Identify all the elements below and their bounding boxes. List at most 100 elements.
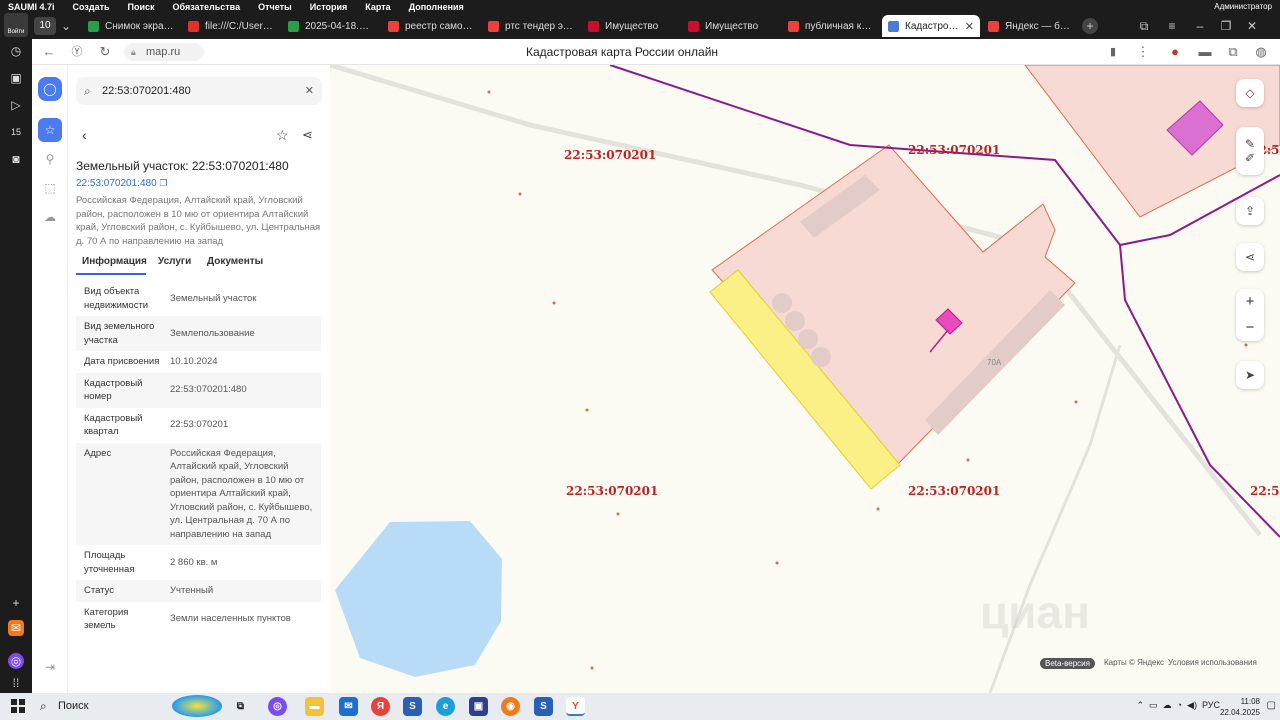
yandex-icon[interactable]: Я [371,697,390,716]
mail-icon[interactable]: ✉ [339,697,358,716]
upload-icon[interactable]: ⇪ [1236,197,1264,225]
wifi-icon[interactable]: ◔ [1177,700,1182,710]
app-menu-item[interactable]: Поиск [128,2,155,12]
tank [785,311,805,331]
firefox-icon[interactable]: ◉ [501,697,520,716]
browser-tab[interactable]: file:///C:/Users/Z [182,15,280,37]
history-icon[interactable]: ◷ [8,43,24,59]
tab-groups-icon[interactable]: ⧉ [1134,16,1154,36]
browser-tab[interactable]: 2025-04-18.png ( [282,15,380,37]
downloads-icon[interactable]: ▬ [1196,43,1214,61]
play-icon[interactable]: ▷ [8,97,24,113]
browser-tab[interactable]: Снимок экрана 2 [82,15,180,37]
save-icon[interactable]: ▣ [469,697,488,716]
edge-icon[interactable]: e [436,697,455,716]
alice-icon[interactable]: ◎ [8,653,24,669]
edit-icon[interactable]: ✐ [1245,151,1255,165]
copy-icon[interactable]: ❐ [159,178,167,188]
search-icon: ⌕ [40,699,47,713]
select-area-icon[interactable]: ⬚ [38,176,62,200]
cloud-icon[interactable]: ☁ [1163,700,1172,710]
explorer-icon[interactable]: ▬ [305,697,324,716]
app-menu-item[interactable]: Карта [365,2,390,12]
app-menu-item[interactable]: Обязательства [173,2,241,12]
reading-icon[interactable]: ⧉ [1224,43,1242,61]
info-key: Площадь уточненная [84,550,135,575]
browser-tab[interactable]: ртс тендер элект [482,15,580,37]
logo-icon[interactable]: ◯ [38,77,62,101]
restore-icon[interactable]: ❐ [1216,16,1236,36]
tab-documents[interactable]: Документы [207,256,263,267]
close-tab-icon[interactable]: ✕ [965,20,974,33]
tab-services[interactable]: Услуги [158,256,191,267]
volume-icon[interactable]: ◀) [1187,700,1197,710]
browser-tab[interactable]: публичная када [782,15,880,37]
info-key: Кадастровый квартал [84,412,143,438]
app-menu-item[interactable]: Дополнения [409,2,464,12]
language-indicator[interactable]: РУС [1202,700,1220,710]
mail-icon[interactable]: ✉ [8,620,24,636]
parcel-link[interactable]: 22:53:070201:480 ❐ [76,178,168,189]
menu-icon[interactable]: ≡ [1162,16,1182,36]
layers-icon[interactable]: ◇ [1236,79,1264,107]
add-icon[interactable]: + [8,595,24,611]
pin-icon[interactable]: ⚲ [38,147,62,171]
browser-tab[interactable]: Яндекс — быстр [982,15,1080,37]
ruler-icon[interactable]: ✎ [1245,137,1255,151]
app-s2-icon[interactable]: S [534,697,553,716]
logout-icon[interactable]: ⇥ [38,655,62,679]
tab-count-badge[interactable]: 10 [34,17,56,35]
app-menu-item[interactable]: Создать [73,2,110,12]
locate-icon[interactable]: ➤ [1236,361,1264,389]
notification-icon[interactable]: ▢ [1267,700,1276,711]
tab-info[interactable]: Информация [82,256,147,267]
favorite-star-icon[interactable]: ☆ [276,127,289,144]
share-icon[interactable]: ⋖ [302,127,313,143]
app-menu-item[interactable]: SAUMI 4.7i [8,2,55,12]
task-view-icon[interactable]: ⧉ [231,697,250,716]
alice-icon[interactable]: ◎ [268,697,287,716]
collections-icon[interactable]: ▣ [8,70,24,86]
tab-favicon-icon [188,20,199,32]
zoom-out-button[interactable]: − [1236,315,1264,341]
cloud-icon[interactable]: ☁ [38,205,62,229]
browser-tab[interactable]: реестр самозаня [382,15,480,37]
network-icon[interactable]: ▭ [1149,700,1158,710]
camera-icon[interactable]: ◙ [8,151,24,167]
widget-icon[interactable] [172,695,222,717]
app-menu-item[interactable]: История [310,2,348,12]
apps-grid-icon[interactable]: ⁞⁞ [8,675,24,691]
bookmark-icon[interactable]: ▮ [1104,43,1122,61]
extension-icon[interactable]: ● [1166,43,1184,61]
terms-link[interactable]: Условия использования [1168,658,1257,667]
clear-icon[interactable]: ✕ [305,77,314,105]
browser-tab[interactable]: Имущество [682,15,780,37]
map-copyright[interactable]: Карты © Яндекс [1104,658,1164,667]
cadastral-label: 22:53:070201 [908,484,1001,498]
yandex-browser-icon[interactable]: Y [566,697,585,716]
beta-badge: Beta-версия [1040,658,1095,669]
share-map-icon[interactable]: ⋖ [1236,243,1264,271]
chevron-up-icon[interactable]: ⌃ [1136,700,1144,710]
new-tab-button[interactable]: + [1082,18,1098,34]
close-window-icon[interactable]: ✕ [1242,16,1262,36]
tab-label: ртс тендер элект [505,20,574,32]
login-button[interactable]: Войти [4,13,28,37]
map-canvas[interactable]: 22:53:070201 22:53:070201 22:53:070201 2… [330,65,1280,693]
browser-tab[interactable]: Имущество [582,15,680,37]
minimize-icon[interactable]: – [1190,16,1210,36]
zoom-in-button[interactable]: + [1236,289,1264,315]
windows-start-icon[interactable] [11,699,25,713]
clock[interactable]: 11:08 22.04.2025 [1220,696,1260,718]
chevron-down-icon[interactable]: ⌄ [56,16,76,36]
app-menu-bar: SAUMI 4.7i Создать Поиск Обязательства О… [0,0,1280,13]
calendar-icon[interactable]: 15 [8,124,24,140]
back-arrow-icon[interactable]: ‹ [82,127,87,143]
app-s-icon[interactable]: S [403,697,422,716]
search-input[interactable]: ⌕ 22:53:070201:480 ✕ [76,77,322,105]
profile-icon[interactable]: ◍ [1252,43,1270,61]
more-icon[interactable]: ⋮ [1134,43,1152,61]
browser-tab[interactable]: Кадастровая к ✕ [882,15,980,37]
app-menu-item[interactable]: Отчеты [258,2,292,12]
favorites-star-icon[interactable]: ☆ [38,118,62,142]
